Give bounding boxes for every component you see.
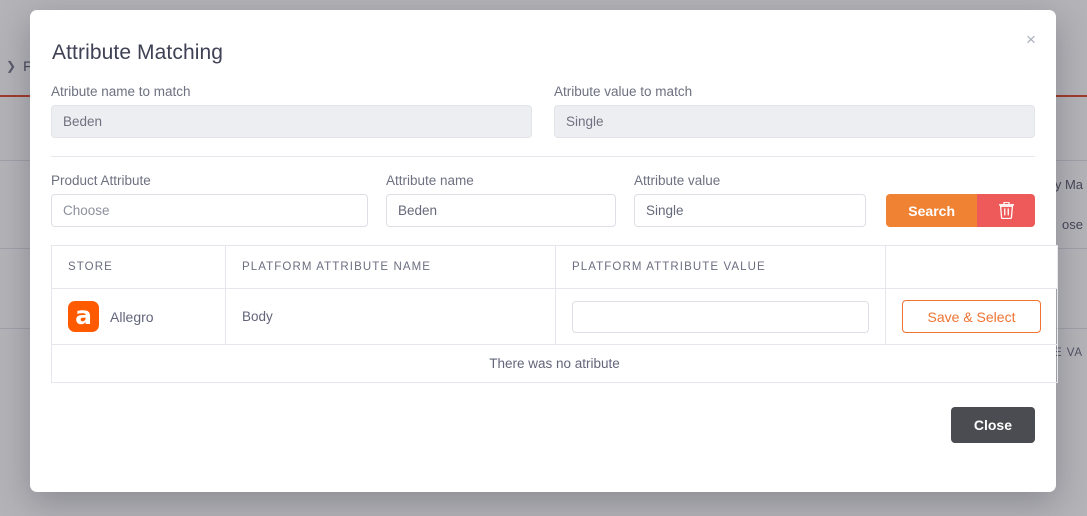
attribute-value-to-match-field: Single bbox=[554, 105, 1035, 138]
column-header-platform-attribute-name: PLATFORM ATTRIBUTE NAME bbox=[225, 245, 556, 289]
product-attribute-label: Product Attribute bbox=[51, 173, 151, 188]
attribute-value-input[interactable]: Single bbox=[634, 194, 866, 227]
column-header-actions bbox=[885, 245, 1058, 289]
table-body: a Allegro Body Save & Select There was n bbox=[51, 288, 1058, 383]
column-header-store: STORE bbox=[51, 245, 226, 289]
platform-attribute-value-input[interactable] bbox=[572, 300, 869, 333]
save-and-select-button[interactable]: Save & Select bbox=[902, 300, 1041, 333]
delete-button[interactable] bbox=[977, 194, 1035, 227]
empty-message: There was no atribute bbox=[51, 344, 1058, 383]
attribute-name-group: Attribute name Beden bbox=[386, 173, 616, 227]
product-attribute-select[interactable]: Choose bbox=[51, 194, 368, 227]
attribute-matching-modal: × Attribute Matching Atribute name to ma… bbox=[30, 10, 1058, 492]
table-empty-row: There was no atribute bbox=[51, 344, 1058, 383]
section-divider bbox=[51, 156, 1035, 157]
close-icon[interactable]: × bbox=[1018, 26, 1044, 52]
trash-icon bbox=[998, 202, 1014, 219]
match-fields: Atribute name to match Beden Atribute va… bbox=[51, 84, 1035, 138]
column-header-platform-attribute-value: PLATFORM ATTRIBUTE VALUE bbox=[555, 245, 886, 289]
attribute-value-label: Attribute value bbox=[634, 173, 721, 188]
allegro-logo-letter: a bbox=[75, 301, 92, 330]
search-actions: Search bbox=[886, 194, 1035, 227]
attribute-name-to-match-group: Atribute name to match Beden bbox=[51, 84, 532, 138]
platform-attribute-table: STORE PLATFORM ATTRIBUTE NAME PLATFORM A… bbox=[51, 245, 1058, 383]
attribute-name-label: Attribute name bbox=[386, 173, 474, 188]
product-attribute-group: Product Attribute Choose bbox=[51, 173, 368, 227]
close-button[interactable]: Close bbox=[950, 407, 1035, 443]
modal-footer: Close bbox=[51, 407, 1035, 443]
cell-platform-attribute-value bbox=[555, 288, 886, 345]
attribute-name-to-match-field: Beden bbox=[51, 105, 532, 138]
attribute-value-to-match-group: Atribute value to match Single bbox=[554, 84, 1035, 138]
attribute-value-to-match-label: Atribute value to match bbox=[554, 84, 693, 99]
table-row: a Allegro Body Save & Select bbox=[51, 288, 1058, 345]
search-button[interactable]: Search bbox=[886, 194, 977, 227]
search-form: Product Attribute Choose Attribute name … bbox=[51, 173, 1035, 227]
table-header-row: STORE PLATFORM ATTRIBUTE NAME PLATFORM A… bbox=[51, 245, 1058, 289]
allegro-logo-icon: a bbox=[68, 301, 99, 332]
attribute-value-group: Attribute value Single bbox=[634, 173, 866, 227]
table-header: STORE PLATFORM ATTRIBUTE NAME PLATFORM A… bbox=[51, 245, 1058, 289]
attribute-name-to-match-label: Atribute name to match bbox=[51, 84, 191, 99]
attribute-name-input[interactable]: Beden bbox=[386, 194, 616, 227]
cell-store: a Allegro bbox=[51, 288, 226, 345]
store-name: Allegro bbox=[110, 308, 154, 325]
page-title: Attribute Matching bbox=[52, 41, 224, 64]
cell-platform-attribute-name: Body bbox=[225, 288, 556, 345]
cell-actions: Save & Select bbox=[885, 288, 1058, 345]
